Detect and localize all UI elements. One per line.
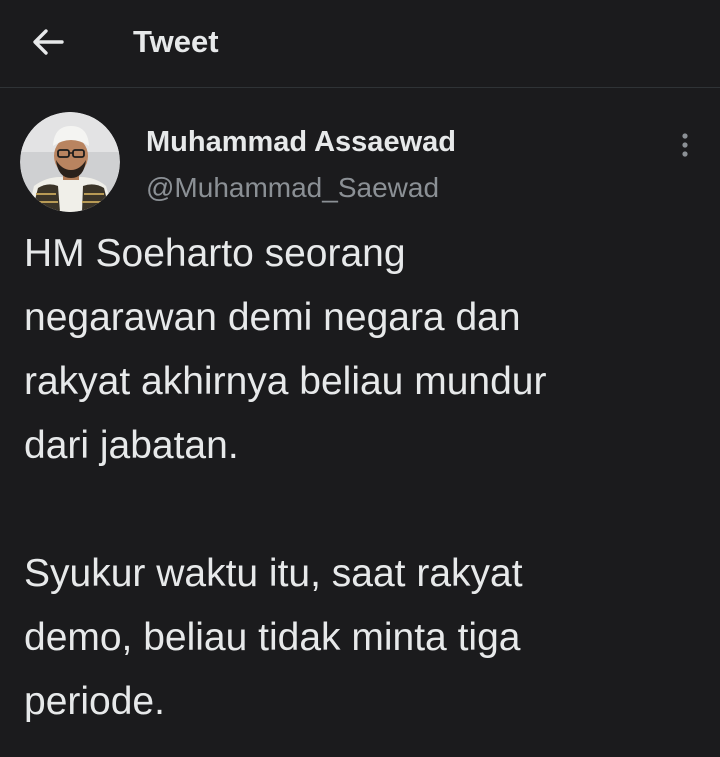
top-bar: Tweet	[0, 0, 720, 88]
profile-photo-icon	[20, 112, 120, 212]
author-handle: @Muhammad_Saewad	[146, 172, 440, 203]
tweet-text: HM Soeharto seorang negarawan demi negar…	[24, 232, 547, 723]
more-vertical-icon	[682, 133, 688, 157]
author-display-name[interactable]: Muhammad Assaewad	[146, 124, 456, 160]
page-title: Tweet	[133, 24, 219, 59]
arrow-left-icon	[33, 29, 64, 55]
avatar[interactable]	[20, 112, 120, 212]
back-button[interactable]	[26, 22, 70, 62]
more-options-button[interactable]	[670, 128, 700, 162]
tweet-author: Muhammad Assaewad @Muhammad_Saewad	[20, 112, 700, 216]
